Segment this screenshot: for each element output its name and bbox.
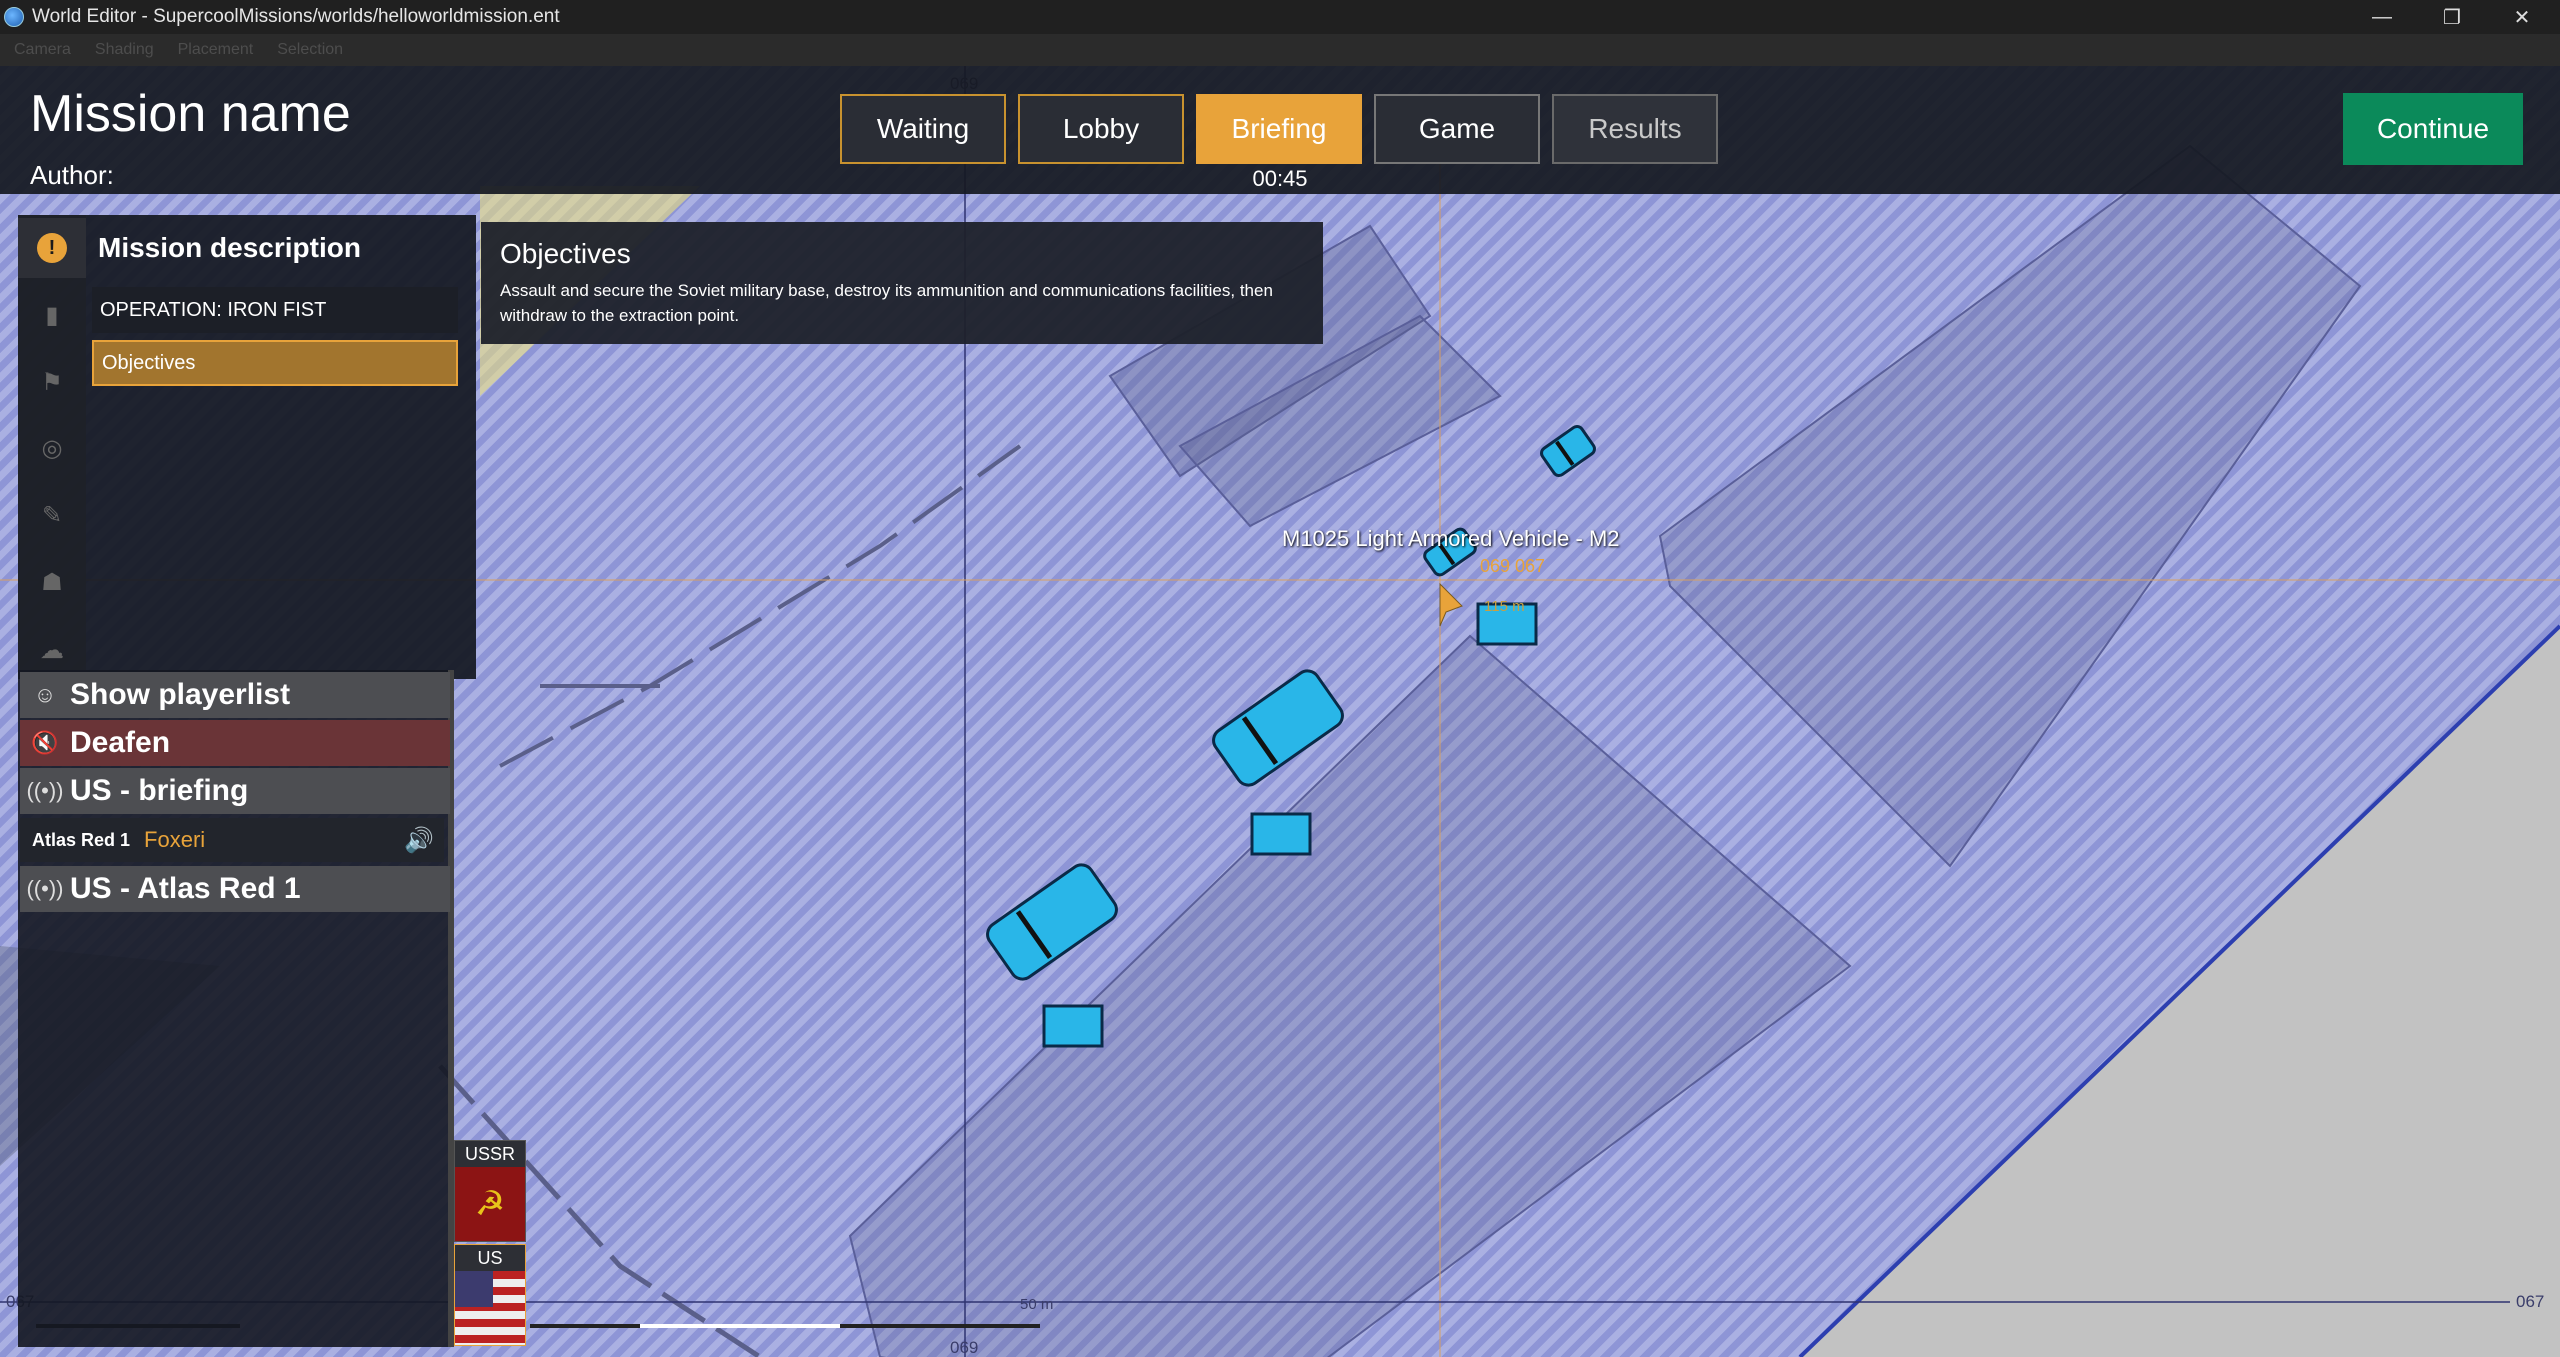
vehicle-marker[interactable] xyxy=(1539,424,1597,478)
target-icon[interactable]: ◎ xyxy=(18,418,86,478)
radio-icon: ((•)) xyxy=(26,876,64,901)
phase-waiting[interactable]: Waiting xyxy=(840,94,1006,164)
minimize-button[interactable]: — xyxy=(2347,0,2417,34)
faction-us-label: US xyxy=(477,1248,503,1268)
member-role: Atlas Red 1 xyxy=(32,829,131,850)
window-titlebar: World Editor - SupercoolMissions/worlds/… xyxy=(0,0,2560,34)
menu-selection[interactable]: Selection xyxy=(277,41,343,59)
mission-name: Mission name xyxy=(30,85,351,143)
member-name: Foxeri xyxy=(144,827,206,852)
us-flag-icon xyxy=(455,1271,525,1345)
close-button[interactable]: ✕ xyxy=(2487,0,2557,34)
phase-timer: 00:45 xyxy=(1252,166,1308,191)
speaker-icon[interactable]: 🔊 xyxy=(404,826,434,855)
channel-group[interactable]: ((•)) US - Atlas Red 1 xyxy=(20,866,450,912)
show-playerlist-button[interactable]: ☺ Show playerlist xyxy=(20,672,450,718)
radio-icon: ((•)) xyxy=(26,778,64,803)
faction-ussr[interactable]: USSR ☭ xyxy=(454,1140,526,1242)
grid-label-bottom: 069 xyxy=(950,1338,979,1357)
channel-member[interactable]: Atlas Red 1 Foxeri 🔊 xyxy=(20,818,444,862)
continue-button[interactable]: Continue xyxy=(2343,93,2523,165)
mission-panel xyxy=(18,215,476,679)
menu-placement[interactable]: Placement xyxy=(178,41,254,59)
ussr-flag-icon: ☭ xyxy=(455,1167,525,1241)
faction-icon[interactable]: ☗ xyxy=(18,552,86,612)
objectives-text: Assault and secure the Soviet military b… xyxy=(500,281,1273,325)
deafen-button[interactable]: 🔇 Deafen xyxy=(20,720,450,766)
vehicle-marker[interactable] xyxy=(1209,666,1347,790)
mission-item-objectives[interactable]: Objectives xyxy=(92,340,458,386)
deafen-label: Deafen xyxy=(70,726,171,759)
maximize-button[interactable]: ❐ xyxy=(2417,0,2487,34)
players-icon: ☺ xyxy=(33,682,57,707)
channel-briefing[interactable]: ((•)) US - briefing xyxy=(20,768,450,814)
mute-icon: 🔇 xyxy=(31,730,59,755)
phase-game[interactable]: Game xyxy=(1374,94,1540,164)
app-globe-icon xyxy=(4,7,24,27)
coords-readout: 069 067 xyxy=(1480,556,1546,576)
distance-readout: 115 m xyxy=(1484,598,1525,615)
mission-description-title: Mission description xyxy=(98,232,361,263)
scale-label: 50 m xyxy=(1020,1296,1054,1313)
object-marker xyxy=(1250,812,1312,856)
phase-lobby[interactable]: Lobby xyxy=(1018,94,1184,164)
faction-us[interactable]: US xyxy=(454,1244,526,1346)
channel-group-label: US - Atlas Red 1 xyxy=(70,872,301,905)
phase-results[interactable]: Results xyxy=(1552,94,1718,164)
menu-shading[interactable]: Shading xyxy=(95,41,154,59)
flag-icon[interactable]: ⚑ xyxy=(18,352,86,412)
menu-camera[interactable]: Camera xyxy=(14,41,71,59)
grid-label-right: 067 xyxy=(2516,1292,2545,1311)
author-label: Author: xyxy=(30,160,114,190)
vehicle-marker[interactable] xyxy=(983,860,1121,984)
object-marker xyxy=(1042,1004,1104,1048)
menubar: Camera Shading Placement Selection xyxy=(0,34,2560,66)
pencil-icon[interactable]: ✎ xyxy=(18,485,86,545)
ruler-icon[interactable]: ▮ xyxy=(18,285,86,345)
vehicle-label: M1025 Light Armored Vehicle - M2 xyxy=(1282,526,1620,551)
alert-icon[interactable]: ! xyxy=(18,218,86,278)
objectives-popup: Objectives Assault and secure the Soviet… xyxy=(481,222,1323,344)
mission-item-operation[interactable]: OPERATION: IRON FIST xyxy=(92,287,458,333)
objectives-title: Objectives xyxy=(500,238,631,269)
window-title: World Editor - SupercoolMissions/worlds/… xyxy=(32,6,560,27)
show-playerlist-label: Show playerlist xyxy=(70,678,291,711)
channel-briefing-label: US - briefing xyxy=(70,774,249,807)
phase-briefing[interactable]: Briefing xyxy=(1196,94,1362,164)
faction-ussr-label: USSR xyxy=(464,1144,515,1164)
